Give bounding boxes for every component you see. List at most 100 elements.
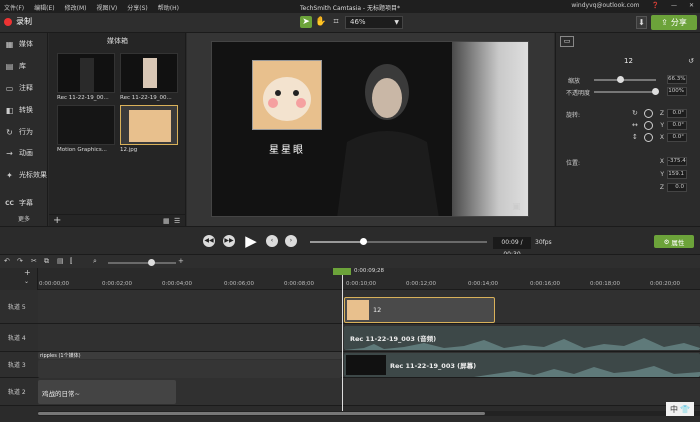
ruler-corner: + ⌄ bbox=[0, 268, 38, 290]
text-clip[interactable]: 鸡战的日常~ bbox=[38, 380, 176, 404]
playhead-handle[interactable] bbox=[333, 268, 351, 275]
cut-icon[interactable]: ✂ bbox=[31, 257, 37, 265]
ime-indicator[interactable]: 中 👕 bbox=[666, 402, 694, 416]
track-label: 轨道 4 bbox=[8, 335, 26, 342]
sidebar-item-transitions[interactable]: ◧ 转换 bbox=[0, 103, 48, 117]
share-button[interactable]: ⇪ 分享 bbox=[651, 15, 697, 30]
hamster-image-overlay[interactable] bbox=[252, 60, 322, 130]
scale-label: 缩放 bbox=[568, 78, 581, 85]
behavior-icon: ↻ bbox=[6, 127, 13, 137]
sidebar-item-label: 字幕 bbox=[19, 199, 33, 207]
playback-scrubber[interactable] bbox=[310, 238, 487, 245]
select-tool-icon[interactable]: ➤ bbox=[300, 16, 312, 28]
scale-slider[interactable] bbox=[594, 79, 656, 81]
pan-tool-icon[interactable]: ✋ bbox=[315, 16, 327, 28]
more-button[interactable]: 更多 bbox=[0, 214, 48, 226]
close-button[interactable]: ✕ bbox=[689, 2, 694, 9]
media-thumb-motion[interactable] bbox=[57, 105, 115, 145]
scrollbar-thumb[interactable] bbox=[38, 412, 485, 415]
undo-icon[interactable]: ↶ bbox=[4, 257, 10, 265]
person-silhouette bbox=[80, 58, 94, 92]
crop-tool-icon[interactable]: ⌗ bbox=[330, 16, 342, 28]
timeline-zoom-knob[interactable] bbox=[148, 259, 155, 266]
sidebar-item-label: 媒体 bbox=[19, 40, 33, 48]
opacity-slider-knob[interactable] bbox=[652, 88, 659, 95]
zoom-search-icon[interactable]: ⌕ bbox=[93, 257, 97, 266]
video-wall bbox=[452, 42, 528, 216]
preview-canvas[interactable]: 星星眼 ▣ bbox=[211, 41, 529, 217]
ripples-group-clip[interactable]: ripples (1个媒体) bbox=[38, 352, 342, 359]
opacity-slider[interactable] bbox=[594, 91, 656, 93]
camera-watermark-icon: ▣ bbox=[512, 202, 521, 212]
timeline-scrollbar[interactable] bbox=[38, 411, 700, 416]
minimize-button[interactable]: — bbox=[671, 2, 677, 9]
account-email[interactable]: windyvq@outlook.com bbox=[571, 2, 639, 9]
camtasia-window: 文件(F) 编辑(E) 修改(M) 视图(V) 分享(S) 帮助(H) Tech… bbox=[0, 0, 700, 422]
scale-value[interactable]: 66.3% bbox=[667, 75, 687, 84]
sidebar-item-captions[interactable]: CC 字幕 bbox=[0, 196, 48, 210]
clip-label: Rec 11-22-19_003 (屏幕) bbox=[390, 362, 477, 370]
ruler-label: 0:00:14;00 bbox=[468, 281, 499, 287]
track-header-4[interactable]: 轨道 4 bbox=[0, 324, 38, 352]
media-thumb-12jpg[interactable] bbox=[120, 105, 178, 145]
sidebar-item-media[interactable]: ▦ 媒体 bbox=[0, 37, 48, 51]
rotate-x-dial[interactable] bbox=[644, 133, 653, 142]
clip-label: ripples (1个媒体) bbox=[40, 353, 81, 359]
step-back-icon[interactable]: ◀◀ bbox=[203, 235, 215, 247]
rotation-z-value[interactable]: 0.0° bbox=[667, 109, 687, 118]
rotate-z-icon: ↻ bbox=[632, 109, 638, 117]
ripples-group-body[interactable] bbox=[38, 360, 342, 378]
help-icon[interactable]: ❓ bbox=[651, 2, 658, 9]
scale-slider-knob[interactable] bbox=[617, 76, 625, 83]
grid-view-icon[interactable]: ▦ bbox=[163, 217, 171, 225]
clip-label: 鸡战的日常~ bbox=[42, 390, 80, 398]
split-icon[interactable]: ⫿ bbox=[70, 257, 72, 266]
properties-button[interactable]: ⚙ 属性 bbox=[654, 235, 694, 248]
media-thumb-rec2[interactable] bbox=[120, 53, 178, 93]
next-clip-icon[interactable]: › bbox=[285, 235, 297, 247]
copy-icon[interactable]: ⧉ bbox=[44, 257, 49, 266]
step-forward-icon[interactable]: ▶▶ bbox=[223, 235, 235, 247]
sidebar-item-annotations[interactable]: ▭ 注释 bbox=[0, 81, 48, 95]
sidebar-item-library[interactable]: ▤ 库 bbox=[0, 59, 48, 73]
sidebar-item-cursor-effects[interactable]: ✦ 光标效果 bbox=[0, 168, 48, 182]
paste-icon[interactable]: ▤ bbox=[57, 257, 64, 265]
timeline-zoom-slider[interactable] bbox=[108, 259, 176, 266]
zoom-in-icon[interactable]: + bbox=[178, 257, 184, 265]
audio-clip[interactable]: Rec 11-22-19_003 (音频) bbox=[344, 326, 700, 350]
list-view-icon[interactable]: ☰ bbox=[174, 217, 182, 225]
visual-properties-tab[interactable]: ▭ bbox=[560, 36, 574, 47]
canvas-zoom-select[interactable]: 46% ▼ bbox=[345, 16, 403, 29]
collapse-icon[interactable]: ⌄ bbox=[24, 278, 29, 285]
redo-icon[interactable]: ↷ bbox=[17, 257, 23, 265]
rotate-y-dial[interactable] bbox=[644, 121, 653, 130]
media-thumb-rec1[interactable] bbox=[57, 53, 115, 93]
sidebar-item-animations[interactable]: → 动画 bbox=[0, 146, 48, 160]
previous-clip-icon[interactable]: ‹ bbox=[266, 235, 278, 247]
track-header-2[interactable]: 轨道 2 bbox=[0, 378, 38, 406]
screen-clip[interactable]: Rec 11-22-19_003 (屏幕) bbox=[344, 353, 700, 377]
add-media-icon[interactable]: + bbox=[53, 215, 61, 226]
rotation-y-value[interactable]: 0.0° bbox=[667, 121, 687, 130]
opacity-value[interactable]: 100% bbox=[667, 87, 687, 96]
download-icon[interactable]: ⬇ bbox=[636, 16, 647, 29]
reset-icon[interactable]: ↺ bbox=[688, 57, 694, 65]
scrubber-knob[interactable] bbox=[360, 238, 368, 245]
track-header-3[interactable]: 轨道 3 bbox=[0, 352, 38, 378]
record-button[interactable]: 录制 bbox=[4, 16, 32, 27]
add-track-icon[interactable]: + bbox=[24, 268, 31, 277]
playhead-time: 0:00:09;28 bbox=[354, 268, 385, 274]
ruler-label: 0:00:20;00 bbox=[650, 281, 681, 287]
play-icon[interactable]: ▶ bbox=[243, 233, 259, 249]
position-y-value[interactable]: 159.1 bbox=[667, 170, 687, 179]
fps-display[interactable]: 30fps bbox=[535, 239, 552, 246]
shirt-icon: 👕 bbox=[680, 404, 690, 414]
track-header-5[interactable]: 轨道 5 bbox=[0, 290, 38, 324]
sidebar-item-behaviors[interactable]: ↻ 行为 bbox=[0, 125, 48, 139]
position-z-value[interactable]: 0.0 bbox=[667, 183, 687, 192]
rotation-x-value[interactable]: 0.0° bbox=[667, 133, 687, 142]
rotate-z-dial[interactable] bbox=[644, 109, 653, 118]
transition-icon: ◧ bbox=[5, 105, 14, 115]
position-x-value[interactable]: -375.4 bbox=[667, 157, 687, 166]
image-clip-12[interactable]: 12 bbox=[344, 297, 495, 323]
